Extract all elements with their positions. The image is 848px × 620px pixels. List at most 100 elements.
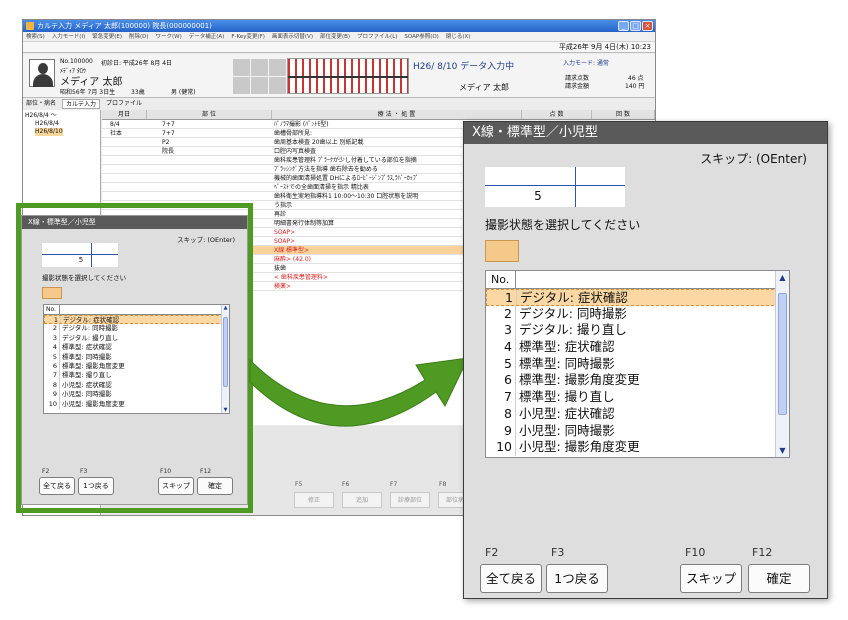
bg-add-button[interactable]: 追加 bbox=[342, 492, 382, 508]
record-text: 機械的歯面清掃処置 DHによるﾛｰﾋﾞｰｼﾞﾝﾌﾟﾗｽ,ﾗﾊﾞｰｶｯﾌﾟ bbox=[274, 175, 419, 182]
record-text: ﾍﾟｰｽﾄでの全歯面清掃を指示 精比表 bbox=[274, 184, 369, 191]
option-number: 3 bbox=[44, 333, 60, 344]
input-box[interactable] bbox=[485, 240, 519, 262]
back-all-button[interactable]: 全て戻る bbox=[39, 477, 75, 495]
selected-value: 5 bbox=[534, 189, 542, 203]
menu-close[interactable]: 閉じる(X) bbox=[446, 32, 471, 41]
scroll-thumb[interactable] bbox=[223, 317, 228, 387]
option-label: 標準型: 撮影角度変更 bbox=[519, 372, 640, 388]
option-row[interactable]: 7 標準型: 撮り直し bbox=[44, 371, 229, 381]
option-row[interactable]: 5 標準型: 同時撮影 bbox=[44, 352, 229, 362]
menu-fkey[interactable]: F-Key変更(F) bbox=[231, 32, 265, 41]
record-text: ﾊﾟﾉﾗﾏ撮影 (ﾊﾟﾝﾄﾓ型) bbox=[274, 121, 329, 128]
col-treatment: 療 法 ・ 処 置 bbox=[272, 110, 522, 119]
tab-profile[interactable]: プロファイル bbox=[106, 99, 142, 109]
record-date: 8/4 bbox=[110, 121, 120, 128]
close-icon[interactable]: × bbox=[642, 21, 653, 31]
skip-button[interactable]: スキップ bbox=[158, 477, 194, 495]
option-row[interactable]: 2 デジタル: 同時撮影 bbox=[44, 324, 229, 334]
option-row[interactable]: 7 標準型: 撮り直し bbox=[486, 389, 789, 406]
option-number: 4 bbox=[44, 343, 60, 353]
scroll-up-icon[interactable]: ▲ bbox=[776, 273, 789, 282]
shortcut-grid bbox=[233, 59, 286, 94]
option-label: 小児型: 同時撮影 bbox=[519, 422, 615, 438]
list-scrollbar[interactable]: ▲ ▼ bbox=[775, 271, 789, 457]
bg-site-button[interactable]: 診療部位 bbox=[390, 492, 430, 508]
option-row[interactable]: 2 デジタル: 同時撮影 bbox=[486, 305, 789, 323]
option-list: No. 1 デジタル: 症状確認 2 デジタル: 同時撮影 3 デジタル: 撮り直し 4 標準… bbox=[43, 304, 230, 414]
option-number: 6 bbox=[486, 372, 516, 390]
option-number: 9 bbox=[44, 390, 60, 400]
scroll-thumb[interactable] bbox=[778, 293, 787, 415]
menu-data-fix[interactable]: データ補正(A) bbox=[189, 32, 225, 41]
menu-search[interactable]: 検索(S) bbox=[26, 32, 45, 41]
option-row[interactable]: 9 小児型: 同時撮影 bbox=[44, 390, 229, 400]
option-row[interactable]: 10 小児型: 撮影角度変更 bbox=[44, 399, 229, 409]
option-list: No. 1 デジタル: 症状確認 2 デジタル: 同時撮影 3 デジタル: 撮り直し 4 標準… bbox=[485, 270, 790, 458]
bg-edit-button[interactable]: 修正 bbox=[294, 492, 334, 508]
confirm-button[interactable]: 確定 bbox=[197, 477, 233, 495]
patient-panel: No.100000 初診日: 平成26年 8月 4日 ﾒﾃﾞｨｱ ﾀﾛｳ メディ… bbox=[23, 54, 655, 98]
back-one-button[interactable]: 1つ戻る bbox=[78, 477, 114, 495]
menu-work[interactable]: ワーク(W) bbox=[156, 32, 182, 41]
tab-karte-input[interactable]: カルテ入力 bbox=[62, 99, 101, 109]
option-label: 標準型: 同時撮影 bbox=[62, 352, 112, 361]
menu-view[interactable]: 画面表示切替(V) bbox=[272, 32, 313, 41]
scroll-down-icon[interactable]: ▼ bbox=[776, 446, 789, 455]
option-label: デジタル: 同時撮影 bbox=[62, 324, 119, 333]
option-number: 6 bbox=[44, 361, 60, 372]
tree-root[interactable]: H26/8/4 〜 bbox=[25, 112, 98, 120]
option-row[interactable]: 1 デジタル: 症状確認 bbox=[44, 315, 229, 325]
option-number: 10 bbox=[44, 399, 60, 409]
tree-item-selected[interactable]: H26/8/10 bbox=[35, 128, 63, 136]
back-all-button[interactable]: 全て戻る bbox=[480, 564, 542, 593]
confirm-button[interactable]: 確定 bbox=[748, 564, 810, 593]
value-box[interactable]: 5 bbox=[42, 243, 118, 267]
value-box[interactable]: 5 bbox=[485, 167, 625, 207]
option-number: 2 bbox=[486, 305, 516, 323]
scroll-down-icon[interactable]: ▼ bbox=[222, 407, 229, 413]
record-text: SOAP> bbox=[274, 238, 296, 245]
app-icon bbox=[26, 22, 34, 30]
skip-button[interactable]: スキップ bbox=[680, 564, 742, 593]
menu-delete[interactable]: 削除(D) bbox=[129, 32, 149, 41]
menu-profile[interactable]: プロファイル(L) bbox=[357, 32, 397, 41]
option-row[interactable]: 9 小児型: 同時撮影 bbox=[486, 422, 789, 440]
minimize-icon[interactable]: _ bbox=[618, 21, 629, 31]
option-row[interactable]: 3 デジタル: 撮り直し bbox=[486, 322, 789, 340]
menu-input-mode[interactable]: 入力モード(I) bbox=[52, 32, 85, 41]
fkey-f3: F3 bbox=[551, 546, 565, 559]
option-row[interactable]: 3 デジタル: 撮り直し bbox=[44, 333, 229, 344]
option-row[interactable]: 8 小児型: 症状確認 bbox=[44, 380, 229, 391]
option-label: デジタル: 症状確認 bbox=[520, 290, 628, 305]
menu-site[interactable]: 部位変更(B) bbox=[320, 32, 350, 41]
option-row[interactable]: 6 標準型: 撮影角度変更 bbox=[486, 372, 789, 390]
tooth-chart[interactable] bbox=[287, 58, 409, 94]
list-scrollbar[interactable]: ▲ ▼ bbox=[221, 305, 229, 413]
menu-urgent[interactable]: 緊急変更(E) bbox=[92, 32, 122, 41]
option-row[interactable]: 5 標準型: 同時撮影 bbox=[486, 355, 789, 373]
option-number: 5 bbox=[486, 355, 516, 373]
col-count: 回 数 bbox=[592, 110, 655, 119]
back-one-button[interactable]: 1つ戻る bbox=[546, 564, 608, 593]
selected-value: 5 bbox=[78, 256, 84, 264]
tab-site-disease[interactable]: 部位・病名 bbox=[26, 99, 56, 109]
option-row[interactable]: 1 デジタル: 症状確認 bbox=[486, 289, 789, 306]
option-row[interactable]: 8 小児型: 症状確認 bbox=[486, 405, 789, 423]
menu-soap[interactable]: SOAP参照(O) bbox=[404, 32, 438, 41]
input-box[interactable] bbox=[42, 287, 62, 299]
scroll-up-icon[interactable]: ▲ bbox=[222, 305, 229, 311]
option-row[interactable]: 4 標準型: 症状確認 bbox=[486, 339, 789, 356]
xray-dialog-large: X線・標準型／小児型 スキップ: (OEnter) 5 撮影状態を選択してくださ… bbox=[463, 121, 828, 599]
option-row[interactable]: 4 標準型: 症状確認 bbox=[44, 343, 229, 353]
maximize-icon[interactable]: □ bbox=[630, 21, 641, 31]
fkey-f2: F2 bbox=[42, 468, 50, 475]
record-text: 歯科衛生実地指導料1 10:00〜10:30 口腔状態を説明 bbox=[274, 193, 419, 200]
option-row[interactable]: 6 標準型: 撮影角度変更 bbox=[44, 361, 229, 372]
option-row[interactable]: 10 小児型: 撮影角度変更 bbox=[486, 439, 789, 456]
option-number: 1 bbox=[487, 290, 517, 305]
app-title-bar: カルテ入力 メディア 太郎(100000) 院長(000000001) _ □ … bbox=[23, 20, 655, 32]
record-text: 再診 bbox=[274, 211, 287, 218]
tree-item[interactable]: H26/8/4 bbox=[25, 120, 98, 128]
record-site: 院長 bbox=[162, 148, 175, 155]
